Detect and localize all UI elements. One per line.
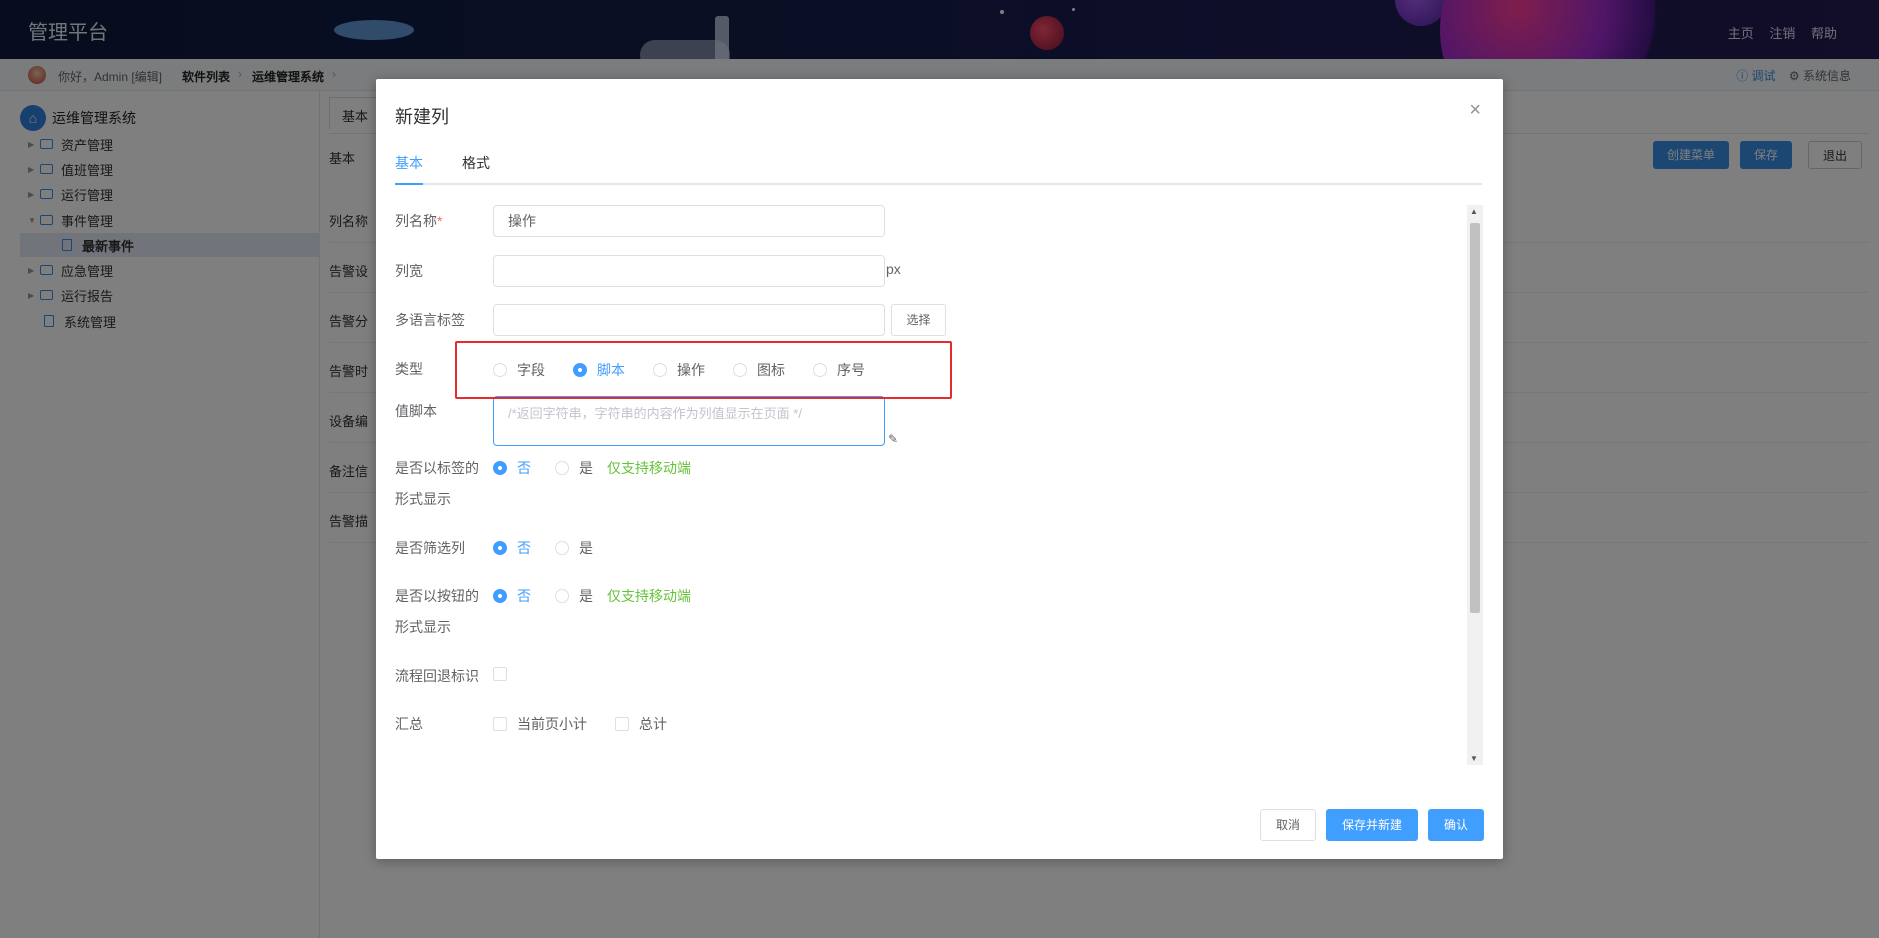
column-form: 列名称* 操作 列宽 px 多语言标签 选择 类型 字段 脚本 操作 图标 序号… — [395, 205, 1463, 765]
radio-icon — [555, 461, 569, 475]
value-script-label: 值脚本 — [395, 403, 437, 419]
scroll-down-icon[interactable]: ▼ — [1470, 754, 1478, 763]
tag-radio-yes[interactable]: 是 — [555, 458, 593, 478]
tag-display-label: 是否以标签的 — [395, 460, 479, 476]
button-display-label: 是否以按钮的 — [395, 588, 479, 604]
scroll-up-icon[interactable]: ▲ — [1470, 207, 1478, 216]
rollback-checkbox[interactable] — [493, 667, 517, 681]
column-name-label: 列名称* — [395, 211, 442, 231]
summary-label: 汇总 — [395, 716, 423, 732]
active-tab-indicator — [395, 183, 423, 185]
mobile-only-tip: 仅支持移动端 — [607, 460, 691, 476]
radio-label: 否 — [517, 540, 531, 556]
i18n-input[interactable] — [493, 304, 885, 336]
button-radio-yes[interactable]: 是 — [555, 586, 593, 606]
radio-checked-icon — [493, 461, 507, 475]
button-radio-no[interactable]: 否 — [493, 586, 531, 606]
radio-label: 是 — [579, 460, 593, 476]
cancel-button[interactable]: 取消 — [1259, 809, 1316, 841]
tab-basic[interactable]: 基本 — [395, 153, 423, 173]
button-display-label-line2: 形式显示 — [395, 619, 451, 635]
checkbox-icon — [493, 717, 507, 731]
dialog-tabs: 基本 格式 — [395, 145, 1482, 185]
radio-label: 否 — [517, 588, 531, 604]
summary-total-checkbox[interactable]: 总计 — [615, 714, 667, 734]
checkbox-label: 当前页小计 — [517, 716, 587, 732]
i18n-label: 多语言标签 — [395, 312, 465, 328]
form-scrollbar[interactable]: ▲ ▼ — [1467, 205, 1483, 765]
radio-icon — [555, 541, 569, 555]
radio-label: 是 — [579, 540, 593, 556]
column-width-label: 列宽 — [395, 263, 423, 279]
new-column-dialog: 新建列 × 基本 格式 列名称* 操作 列宽 px 多语言标签 选择 类型 字段… — [376, 79, 1503, 859]
tab-format[interactable]: 格式 — [462, 153, 490, 173]
column-width-input[interactable] — [493, 255, 885, 287]
filter-radio-yes[interactable]: 是 — [555, 538, 593, 558]
filter-column-label: 是否筛选列 — [395, 540, 465, 556]
type-label: 类型 — [395, 361, 423, 377]
save-and-new-button[interactable]: 保存并新建 — [1325, 809, 1418, 841]
tag-radio-no[interactable]: 否 — [493, 458, 531, 478]
column-name-input[interactable]: 操作 — [493, 205, 885, 237]
edit-icon[interactable]: ✎ — [888, 432, 898, 446]
checkbox-icon — [493, 667, 507, 681]
radio-icon — [555, 589, 569, 603]
scrollbar-thumb[interactable] — [1470, 223, 1480, 613]
dialog-title: 新建列 — [395, 107, 449, 127]
dialog-footer: 取消 保存并新建 确认 — [1250, 809, 1484, 841]
width-unit: px — [886, 261, 901, 277]
close-icon[interactable]: × — [1469, 99, 1481, 122]
column-name-label-text: 列名称 — [395, 213, 437, 229]
mobile-only-tip: 仅支持移动端 — [607, 588, 691, 604]
confirm-button[interactable]: 确认 — [1427, 809, 1484, 841]
radio-checked-icon — [493, 589, 507, 603]
summary-page-checkbox[interactable]: 当前页小计 — [493, 714, 587, 734]
filter-radio-no[interactable]: 否 — [493, 538, 531, 558]
radio-label: 是 — [579, 588, 593, 604]
required-mark: * — [437, 213, 443, 229]
rollback-label: 流程回退标识 — [395, 668, 479, 684]
radio-checked-icon — [493, 541, 507, 555]
type-highlight-box — [455, 341, 952, 399]
radio-label: 否 — [517, 460, 531, 476]
checkbox-label: 总计 — [639, 716, 667, 732]
tag-display-label-line2: 形式显示 — [395, 491, 451, 507]
value-script-textarea[interactable]: /*返回字符串，字符串的内容作为列值显示在页面 */ — [493, 396, 885, 446]
checkbox-icon — [615, 717, 629, 731]
select-button[interactable]: 选择 — [891, 304, 946, 336]
